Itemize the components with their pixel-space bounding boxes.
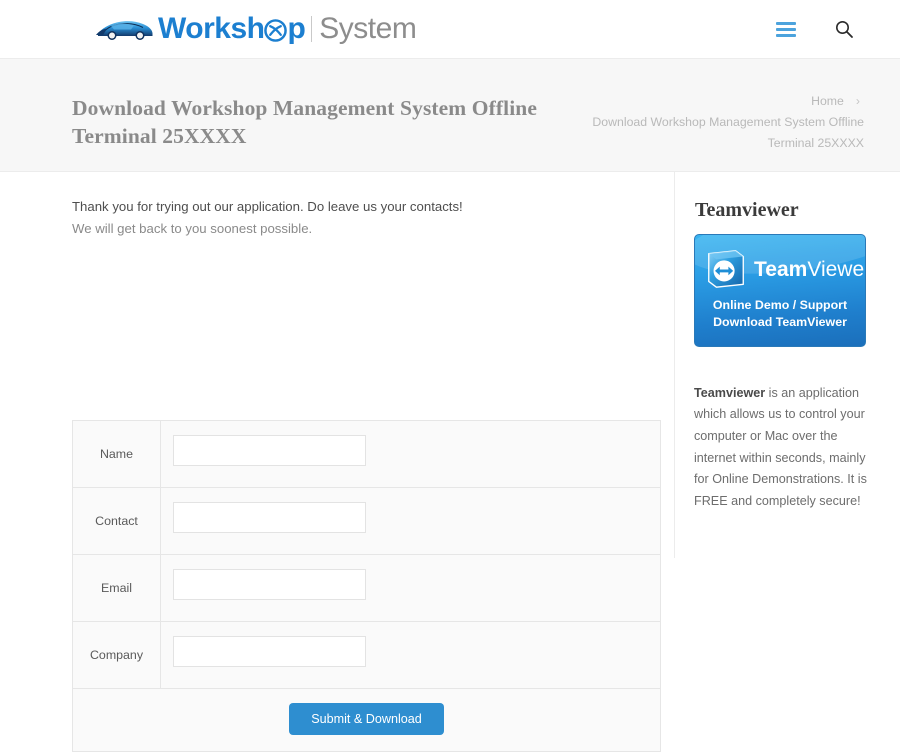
- field-cell-name: [160, 420, 661, 488]
- wordmark-viewer: Viewer: [807, 257, 866, 281]
- breadcrumb-home[interactable]: Home: [811, 94, 844, 108]
- field-cell-company: [160, 621, 661, 689]
- table-row: Name: [72, 420, 661, 488]
- content-area: Thank you for trying out our application…: [0, 172, 900, 752]
- field-label-email: Email: [72, 554, 161, 622]
- field-label-company: Company: [72, 621, 161, 689]
- breadcrumb: Home › Download Workshop Management Syste…: [564, 91, 864, 154]
- banner-subtext: Online Demo / Support Download TeamViewe…: [695, 297, 865, 331]
- sports-car-icon: [96, 21, 153, 40]
- logo-text-secondary: System: [319, 12, 417, 45]
- banner-logo-row: TeamViewer: [703, 243, 865, 295]
- page-title: Download Workshop Management System Offl…: [72, 96, 537, 148]
- table-row: Company: [72, 621, 661, 689]
- field-label-name: Name: [72, 420, 161, 488]
- contact-input[interactable]: [173, 502, 366, 533]
- email-input[interactable]: [173, 569, 366, 600]
- site-logo[interactable]: Worksh p System: [96, 6, 417, 52]
- sidebar-heading: Teamviewer: [695, 198, 799, 221]
- page-title-band: Download Workshop Management System Offl…: [0, 58, 900, 172]
- sidebar-description: Teamviewer is an application which allow…: [694, 383, 872, 513]
- logo-divider: [311, 16, 313, 42]
- banner-line-2: Download TeamViewer: [713, 315, 847, 330]
- intro-line-1: Thank you for trying out our application…: [72, 199, 463, 214]
- table-row: Contact: [72, 487, 661, 555]
- header-actions: [776, 0, 854, 58]
- breadcrumb-separator-icon: ›: [855, 94, 860, 108]
- breadcrumb-current: Download Workshop Management System Offl…: [592, 115, 864, 151]
- teamviewer-banner[interactable]: TeamViewer Online Demo / Support Downloa…: [694, 234, 866, 347]
- sidebar: Teamviewer TeamViewer Online Demo / Supp…: [675, 172, 900, 558]
- contact-form-table: Name Contact Email Company Submit & Down…: [72, 420, 661, 752]
- logo-text-primary: Worksh: [158, 12, 265, 45]
- field-label-contact: Contact: [72, 487, 161, 555]
- table-row: Submit & Download: [72, 688, 661, 752]
- banner-line-1: Online Demo / Support: [712, 298, 848, 312]
- intro-text: Thank you for trying out our application…: [72, 197, 632, 238]
- logo-text: Worksh p System: [158, 12, 417, 45]
- field-cell-email: [160, 554, 661, 622]
- submit-cell: Submit & Download: [72, 688, 661, 752]
- intro-line-2: We will get back to you soonest possible…: [72, 221, 313, 237]
- logo-text-tail: p: [287, 12, 306, 45]
- main-column: Thank you for trying out our application…: [0, 172, 675, 752]
- wordmark-team: Team: [754, 257, 808, 281]
- name-input[interactable]: [173, 435, 366, 466]
- sidebar-description-lead: Teamviewer: [694, 385, 766, 400]
- logo-o-icon: [264, 18, 288, 42]
- teamviewer-wordmark: TeamViewer: [754, 257, 866, 281]
- field-cell-contact: [160, 487, 661, 555]
- company-input[interactable]: [173, 636, 366, 667]
- site-header: Worksh p System: [0, 0, 900, 58]
- hamburger-menu-icon[interactable]: [776, 21, 796, 37]
- teamviewer-logo-icon: [708, 250, 744, 288]
- table-row: Email: [72, 554, 661, 622]
- sidebar-description-rest: is an application which allows us to con…: [694, 385, 867, 508]
- submit-download-button[interactable]: Submit & Download: [289, 703, 444, 735]
- search-icon[interactable]: [834, 19, 854, 39]
